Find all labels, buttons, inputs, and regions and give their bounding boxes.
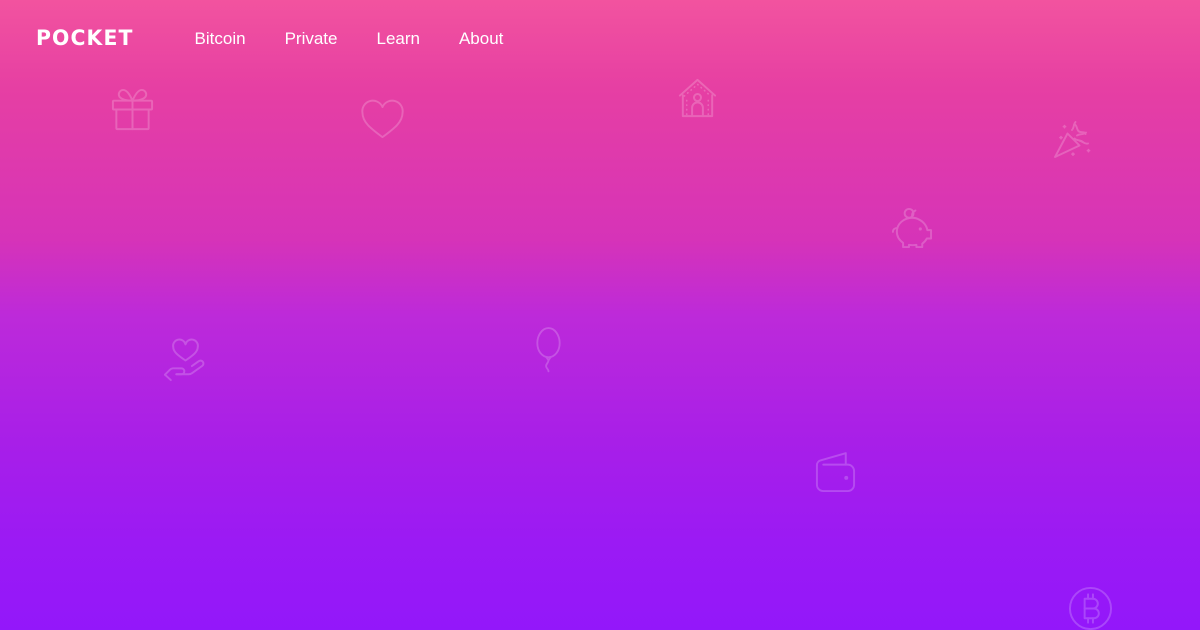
site-header: POCKET Bitcoin Private Learn About	[0, 0, 1200, 76]
balloon-icon	[531, 325, 566, 373]
piggy-bank-icon	[888, 206, 935, 250]
house-icon	[675, 76, 720, 121]
main-nav: Bitcoin Private Learn About	[195, 30, 504, 47]
decorative-icon-layer	[0, 0, 1200, 630]
bitcoin-icon	[1068, 586, 1113, 630]
nav-link-learn[interactable]: Learn	[376, 30, 419, 47]
confetti-icon	[1050, 116, 1096, 162]
wallet-icon	[812, 450, 859, 493]
heart-icon	[359, 98, 406, 140]
hero-banner: POCKET Bitcoin Private Learn About	[0, 0, 1200, 630]
nav-link-bitcoin[interactable]: Bitcoin	[195, 30, 246, 47]
nav-link-private[interactable]: Private	[285, 30, 338, 47]
brand-logo[interactable]: POCKET	[36, 27, 134, 49]
nav-link-about[interactable]: About	[459, 30, 503, 47]
gift-icon	[109, 86, 156, 133]
hand-heart-icon	[162, 337, 209, 384]
